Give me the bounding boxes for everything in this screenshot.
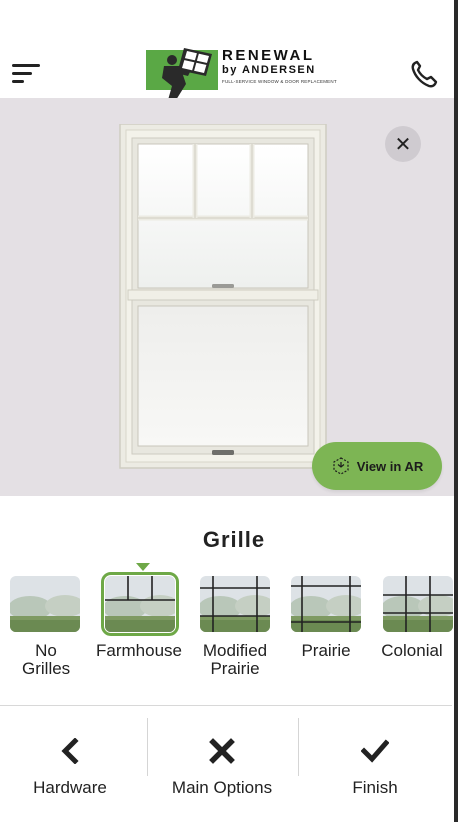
logo-mark-icon — [146, 48, 218, 100]
screen-edge — [454, 0, 458, 822]
option-thumbnail — [200, 576, 270, 632]
option-thumbnail — [10, 576, 80, 632]
landscape-thumbnail-icon — [291, 576, 361, 632]
menu-icon[interactable] — [12, 62, 42, 86]
checkmark-icon — [361, 739, 389, 763]
window-render — [119, 124, 327, 469]
nav-main-options-button[interactable]: Main Options — [152, 718, 292, 818]
option-section-title: Grille — [202, 527, 266, 552]
close-button[interactable]: ✕ — [385, 126, 421, 162]
view-in-ar-label: View in AR — [356, 458, 424, 474]
landscape-thumbnail-icon — [383, 576, 453, 632]
divider — [0, 705, 452, 706]
landscape-thumbnail-icon — [105, 576, 175, 632]
option-thumbnail-selected — [101, 572, 179, 636]
nav-label: Hardware — [33, 778, 107, 797]
option-thumbnail — [291, 576, 361, 632]
landscape-thumbnail-icon — [10, 576, 80, 632]
renewal-by-andersen-logo[interactable]: RENEWAL by ANDERSEN FULL-SERVICE WINDOW … — [146, 44, 337, 100]
option-label: No Grilles — [22, 641, 71, 678]
option-label: Prairie — [301, 641, 351, 660]
option-label: Modified Prairie — [202, 641, 268, 678]
app-header: RENEWAL by ANDERSEN FULL-SERVICE WINDOW … — [0, 0, 458, 100]
option-label: Farmhouse — [96, 641, 182, 660]
landscape-thumbnail-icon — [200, 576, 270, 632]
view-in-ar-button[interactable]: View in AR — [312, 442, 442, 490]
option-label: Colonial — [381, 641, 443, 660]
nav-separator — [147, 718, 148, 776]
logo-tagline: FULL-SERVICE WINDOW & DOOR REPLACEMENT — [222, 79, 337, 84]
phone-icon[interactable] — [408, 58, 440, 90]
nav-label: Finish — [352, 778, 398, 797]
nav-separator — [298, 718, 299, 776]
x-icon — [209, 738, 235, 764]
logo-title: RENEWAL — [222, 47, 315, 64]
nav-label: Main Options — [171, 778, 273, 797]
selected-caret-icon — [136, 563, 150, 571]
ar-cube-icon — [333, 457, 349, 475]
nav-hardware-button[interactable]: Hardware — [0, 718, 140, 818]
option-thumbnail — [383, 576, 453, 632]
nav-finish-button[interactable]: Finish — [305, 718, 445, 818]
logo-subtitle: by ANDERSEN — [222, 64, 316, 76]
window-preview: ✕ — [0, 98, 458, 496]
chevron-left-icon — [61, 738, 79, 764]
close-icon: ✕ — [394, 132, 412, 156]
